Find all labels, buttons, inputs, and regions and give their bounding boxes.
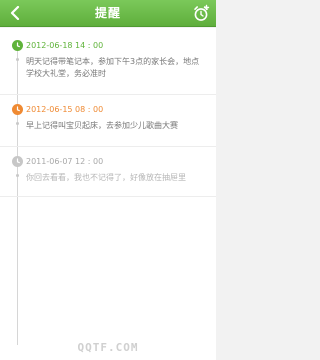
reminder-datetime: 2011-06-07 12 : 00: [26, 157, 104, 166]
page-title: 提醒: [94, 6, 121, 20]
reminder-text: 你回去看看，我也不记得了，好像放在抽屉里: [26, 173, 186, 182]
reminder-datetime: 2012-06-18 14 : 00: [26, 41, 104, 50]
watermark: QQTF.COM: [77, 341, 139, 354]
clock-icon: [12, 104, 23, 115]
divider: [0, 94, 216, 95]
clock-icon: [12, 156, 23, 167]
reminder-text: 明天记得带笔记本，参加下午3点的家长会，地点学校大礼堂，务必准时: [26, 57, 200, 78]
timeline-line: [17, 45, 18, 345]
clock-icon: [12, 40, 23, 51]
divider: [0, 146, 216, 147]
reminder-text: 早上记得叫宝贝起床，去参加少儿歌曲大赛: [26, 121, 178, 130]
title-bar: 提醒: [0, 0, 216, 27]
timeline-dot: [16, 122, 19, 125]
reminder-datetime: 2012-06-15 08 : 00: [26, 105, 104, 114]
divider: [0, 196, 216, 197]
reminder-list: 2012-06-18 14 : 00 明天记得带笔记本，参加下午3点的家长会，地…: [0, 28, 216, 360]
timeline-dot: [16, 58, 19, 61]
add-alarm-icon: [194, 4, 210, 21]
timeline-dot: [16, 174, 19, 177]
add-reminder-button[interactable]: [191, 3, 211, 23]
